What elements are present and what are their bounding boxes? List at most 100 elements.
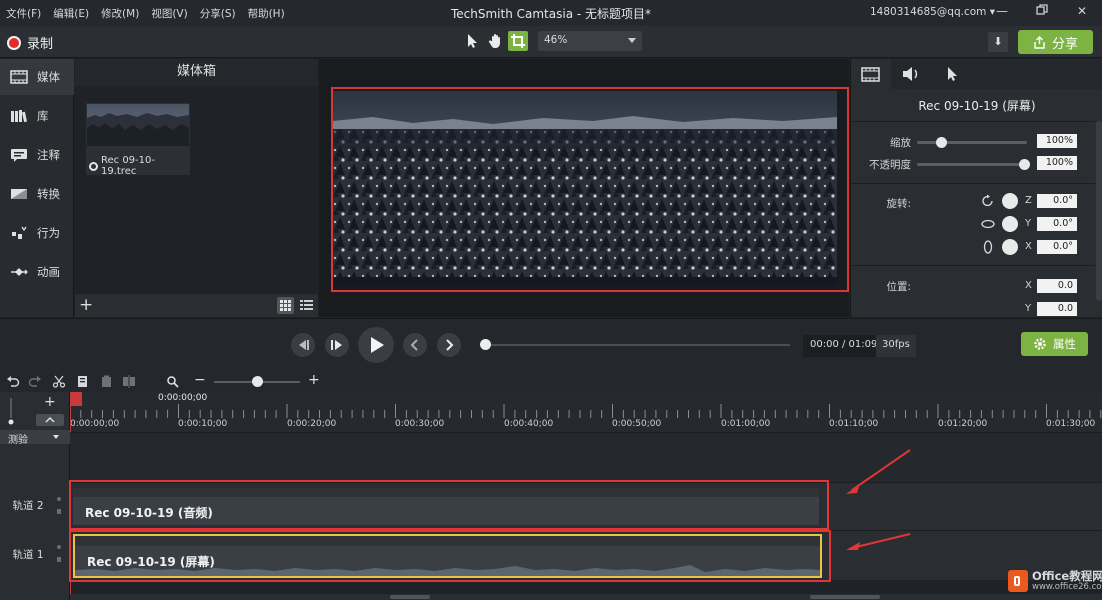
preview-canvas[interactable] [319,59,849,317]
playback-controls: 00:00 / 01:09 30fps 属性 [0,318,1102,371]
download-icon[interactable]: ⬇ [988,32,1008,52]
select-tool-icon[interactable] [462,31,482,51]
quiz-track-header[interactable]: 测验 [0,430,70,446]
sidebar-item-label: 行为 [37,226,60,240]
media-item[interactable]: Rec 09-10-19.trec [86,103,190,177]
rotate-x-icon [981,240,995,254]
playhead-marker[interactable] [70,392,82,406]
scrub-bar[interactable] [490,344,790,346]
share-icon [1034,35,1045,49]
tab-visual-properties[interactable] [851,59,891,89]
clip-name: Rec 09-10-19 (屏幕) [918,99,1036,113]
timeline-zoom-knob[interactable] [252,376,263,387]
menu-edit[interactable]: 编辑(E) [53,6,89,21]
scrollbar-thumb[interactable] [810,595,880,599]
quiz-label: 测验 [8,435,28,446]
opacity-slider-knob[interactable] [1019,159,1030,170]
add-media-icon[interactable]: + [79,294,93,316]
grid-view-icon[interactable] [277,297,294,314]
track-2-controls[interactable] [56,496,62,516]
scrollbar-thumb[interactable] [390,595,430,599]
split-icon[interactable] [122,375,136,388]
share-button[interactable]: 分享 [1018,30,1093,54]
rotation-x-input[interactable]: 0.0° [1037,240,1077,254]
menu-view[interactable]: 视图(V) [151,6,187,21]
cut-icon[interactable] [52,375,66,388]
scale-input[interactable]: 100% [1037,134,1077,148]
menu-help[interactable]: 帮助(H) [248,6,285,21]
tick-label: 0:01:30;00 [1046,419,1096,429]
position-y-input[interactable]: 0.0 [1037,302,1077,316]
rotation-label: 旋转: [886,198,911,210]
rotate-z-dial[interactable] [1002,193,1018,209]
opacity-slider[interactable] [917,163,1027,166]
zoom-select[interactable]: 46% [538,31,642,51]
copy-icon[interactable] [76,375,90,388]
sidebar-item-animations[interactable]: 动画 [0,254,74,290]
account-menu[interactable]: 1480314685@qq.com ▾ [870,6,995,18]
rotate-x-dial[interactable] [1002,239,1018,255]
fps-display: 30fps [876,335,916,357]
properties-scrollbar[interactable] [1096,121,1102,301]
media-item-name: Rec 09-10-19.trec [100,155,155,177]
tab-audio-properties[interactable] [891,59,931,89]
tab-cursor-properties[interactable] [931,59,971,89]
sidebar-item-library[interactable]: 库 [0,98,74,134]
track-1-controls[interactable] [56,544,62,564]
menu-share[interactable]: 分享(S) [200,6,236,21]
record-icon [7,35,21,50]
step-forward-icon[interactable] [325,333,349,357]
next-marker-icon[interactable] [437,333,461,357]
track-headers: + 测验 轨道 2 轨道 1 [0,392,70,600]
quiz-track[interactable] [70,432,1102,482]
rotation-y-input[interactable]: 0.0° [1037,217,1077,231]
tick-label: 0:00:40;00 [504,419,554,429]
tick-label: 0:00:30;00 [395,419,445,429]
scrub-handle[interactable] [480,339,491,350]
sidebar-item-transitions[interactable]: 转换 [0,176,74,212]
menu-modify[interactable]: 修改(M) [101,6,139,21]
zoom-out-icon[interactable]: − [194,373,208,388]
step-back-icon[interactable] [291,333,315,357]
screen-clip-annotation-box [69,530,831,582]
time-ruler[interactable]: 0:00:00;00 0:00:00;00 0:00:10;00 0:00:20… [70,392,1102,432]
add-track-icon[interactable]: + [44,394,56,410]
paste-icon[interactable] [100,375,114,388]
rotate-y-dial[interactable] [1002,216,1018,232]
canvas-annotation-box [331,87,849,292]
media-thumbnail [87,104,189,146]
zoom-value: 46% [544,34,568,46]
redo-icon[interactable] [28,375,42,388]
cursor-icon [948,67,957,81]
close-icon[interactable]: ✕ [1072,4,1092,22]
rotation-z-input[interactable]: 0.0° [1037,194,1077,208]
restore-icon[interactable] [1032,4,1052,22]
sidebar-item-behaviors[interactable]: 行为 [0,215,74,251]
sidebar-item-media[interactable]: 媒体 [0,59,74,95]
zoom-in-icon[interactable]: + [308,373,322,388]
list-view-icon[interactable] [298,297,315,314]
zoom-search-icon[interactable] [166,375,180,388]
tick-label: 0:00:10;00 [178,419,228,429]
sidebar-item-label: 媒体 [37,70,60,84]
menu-file[interactable]: 文件(F) [6,6,41,21]
position-label: 位置: [886,281,911,293]
sidebar-item-label: 库 [37,109,49,123]
minimize-icon[interactable]: — [992,4,1012,22]
properties-button-label: 属性 [1053,337,1076,351]
opacity-input[interactable]: 100% [1037,156,1077,170]
office-logo-icon [1008,570,1028,592]
undo-icon[interactable] [6,375,20,388]
properties-button[interactable]: 属性 [1021,332,1088,356]
scale-slider[interactable] [917,141,1027,144]
play-button-icon[interactable] [358,327,394,363]
crop-tool-icon[interactable] [508,31,528,51]
position-x-input[interactable]: 0.0 [1037,279,1077,293]
record-button[interactable]: 录制 [7,33,53,52]
scale-slider-knob[interactable] [936,137,947,148]
previous-marker-icon[interactable] [403,333,427,357]
pan-tool-icon[interactable] [486,31,506,51]
sidebar-item-annotations[interactable]: 注释 [0,137,74,173]
timeline-scrollbar[interactable] [70,594,1102,600]
collapse-tracks-icon[interactable] [36,414,64,426]
